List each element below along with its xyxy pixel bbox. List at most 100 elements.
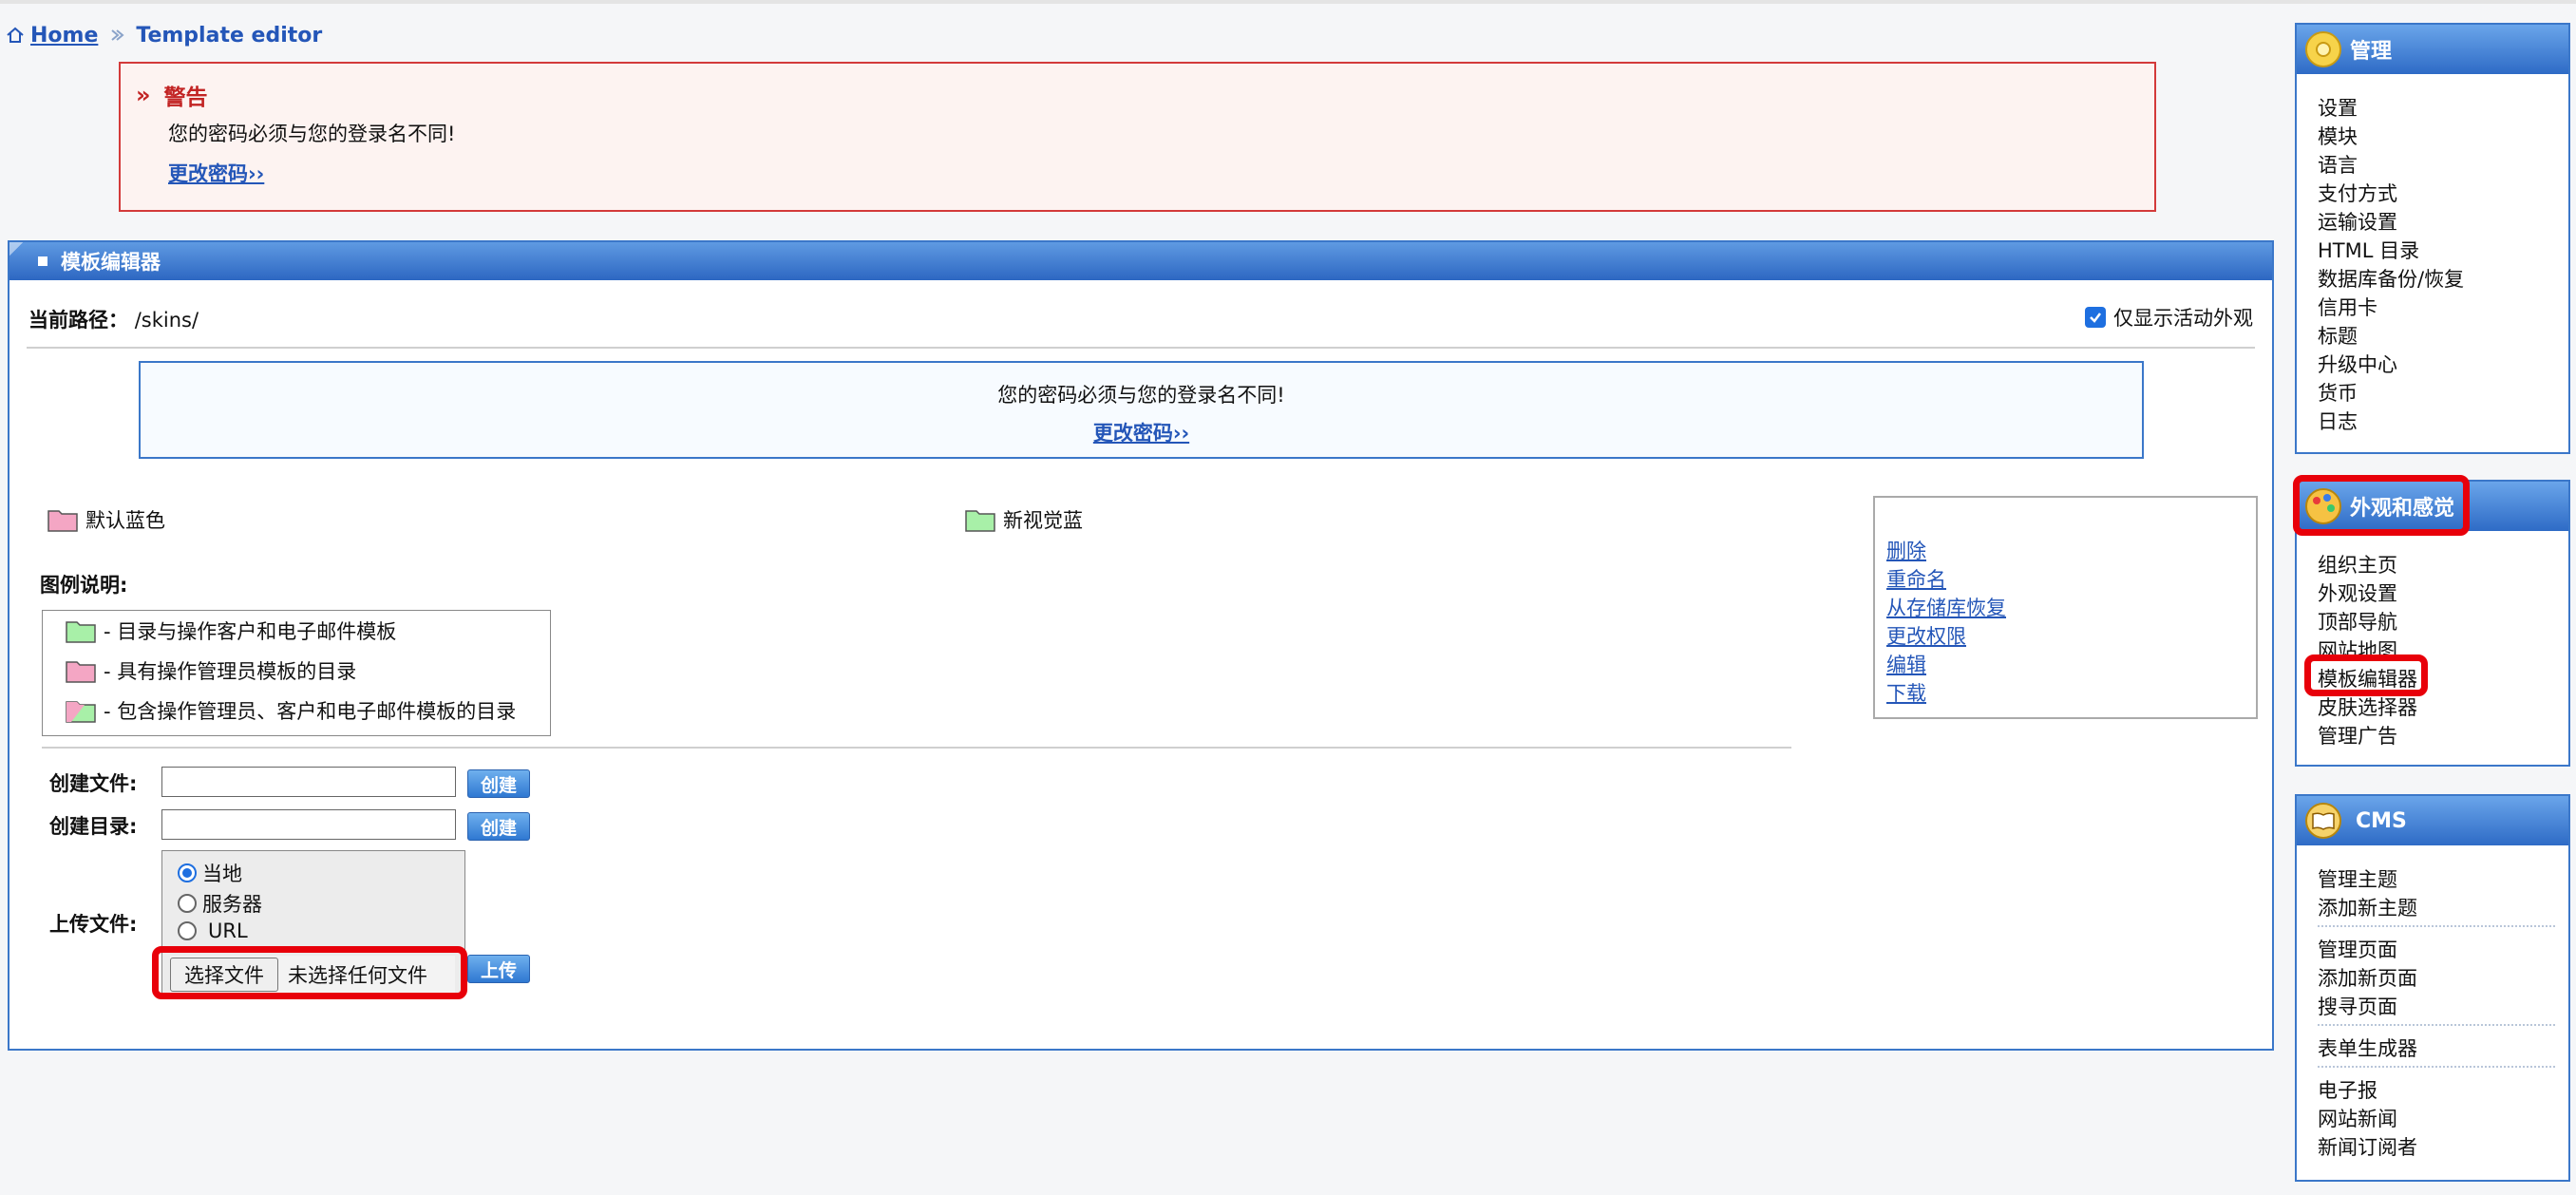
radio-icon[interactable]	[178, 921, 197, 940]
change-permissions-link[interactable]: 更改权限	[1886, 621, 1966, 650]
sidebar-item-manage-ads[interactable]: 管理广告	[2318, 721, 2397, 749]
edit-link[interactable]: 编辑	[1886, 650, 1926, 678]
sidebar-item-payment[interactable]: 支付方式	[2318, 179, 2397, 207]
restore-from-repo-link[interactable]: 从存储库恢复	[1886, 593, 2006, 621]
radio-label: URL	[208, 920, 248, 942]
folder-label: 默认蓝色	[85, 509, 165, 532]
legend-item: - 具有操作管理员模板的目录	[66, 656, 356, 685]
gear-coin-icon	[2305, 31, 2341, 67]
sidebar-item-form-builder[interactable]: 表单生成器	[2318, 1034, 2417, 1062]
only-active-label: 仅显示活动外观	[2113, 307, 2253, 330]
create-dir-button[interactable]: 创建	[467, 812, 530, 841]
dotted-divider	[2318, 1066, 2555, 1068]
create-file-input[interactable]	[161, 767, 456, 797]
dotted-divider	[2318, 1024, 2555, 1026]
upload-file-label: 上传文件:	[49, 913, 138, 936]
sidebar-cms-title: CMS	[2356, 808, 2407, 833]
create-file-label: 创建文件:	[49, 772, 138, 795]
sidebar-item-currency[interactable]: 货币	[2318, 378, 2358, 407]
sidebar-item-modules[interactable]: 模块	[2318, 122, 2358, 150]
legend-title: 图例说明:	[40, 574, 128, 597]
folder-label: 新视觉蓝	[1003, 509, 1083, 532]
upload-source-local[interactable]: 当地	[178, 859, 242, 887]
sidebar-item-top-nav[interactable]: 顶部导航	[2318, 607, 2397, 635]
legend-text: - 包含操作管理员、客户和电子邮件模板的目录	[104, 700, 517, 723]
radio-icon[interactable]	[178, 894, 197, 913]
sidebar-item-newsletter[interactable]: 电子报	[2318, 1075, 2377, 1104]
current-path: 当前路径： /skins/	[28, 305, 199, 333]
sidebar-item-add-page[interactable]: 添加新页面	[2318, 963, 2417, 992]
sidebar-item-titles[interactable]: 标题	[2318, 321, 2358, 350]
legend-box: - 目录与操作客户和电子邮件模板 - 具有操作管理员模板的目录 - 包含操作管理…	[42, 610, 551, 736]
divider	[42, 747, 1791, 749]
sidebar-admin-header: 管理	[2297, 25, 2568, 74]
template-editor-panel: 模板编辑器 当前路径： /skins/ 仅显示活动外观 您的密码必须与您的登录名…	[8, 240, 2274, 1051]
sidebar-item-settings[interactable]: 设置	[2318, 93, 2358, 122]
sidebar-admin-title: 管理	[2350, 40, 2393, 64]
create-dir-input[interactable]	[161, 809, 456, 840]
legend-item: - 目录与操作客户和电子邮件模板	[66, 616, 396, 645]
sidebar-item-languages[interactable]: 语言	[2318, 150, 2358, 179]
folder-green-icon	[965, 510, 995, 532]
only-active-checkbox[interactable]	[2085, 307, 2106, 328]
sidebar-item-upgrade-center[interactable]: 升级中心	[2318, 350, 2397, 378]
sidebar-item-home-org[interactable]: 组织主页	[2318, 550, 2397, 579]
only-active-toggle[interactable]: 仅显示活动外观	[2085, 303, 2253, 332]
square-bullet-icon	[38, 256, 47, 266]
sidebar-item-add-topic[interactable]: 添加新主题	[2318, 893, 2417, 921]
sidebar-cms-header: CMS	[2297, 796, 2568, 845]
delete-link[interactable]: 删除	[1886, 536, 1926, 564]
panel-header: 模板编辑器	[9, 242, 2272, 280]
panel-corner	[9, 242, 23, 256]
change-password-link[interactable]: 更改密码››	[168, 159, 264, 187]
home-icon	[7, 27, 24, 43]
folder-mixed-icon	[66, 701, 96, 723]
highlight-template-editor	[2304, 654, 2428, 696]
folder-green-icon	[66, 621, 96, 643]
notice-change-password-link[interactable]: 更改密码››	[1093, 422, 1189, 445]
sidebar-item-skin-selector[interactable]: 皮肤选择器	[2318, 692, 2417, 721]
upload-source-url[interactable]: URL	[178, 920, 248, 942]
sidebar-item-credit-card[interactable]: 信用卡	[2318, 293, 2377, 321]
folder-pink-icon	[66, 661, 96, 683]
legend-text: - 目录与操作客户和电子邮件模板	[104, 620, 397, 643]
sidebar-item-news-subscribers[interactable]: 新闻订阅者	[2318, 1132, 2417, 1161]
breadcrumb: Home Template editor	[6, 19, 322, 51]
upload-button[interactable]: 上传	[467, 955, 530, 983]
book-icon	[2305, 803, 2341, 839]
upload-source-server[interactable]: 服务器	[178, 889, 262, 918]
sidebar-item-logs[interactable]: 日志	[2318, 407, 2358, 435]
folder-item[interactable]: 默认蓝色	[47, 505, 165, 534]
sidebar-cms-box: CMS 管理主题 添加新主题 管理页面 添加新页面 搜寻页面 表单生成器 电子报…	[2295, 794, 2570, 1182]
download-link[interactable]: 下载	[1886, 678, 1926, 707]
radio-selected-icon[interactable]	[178, 863, 197, 882]
sidebar-item-look-settings[interactable]: 外观设置	[2318, 579, 2397, 607]
legend-text: - 具有操作管理员模板的目录	[104, 660, 357, 683]
sidebar-admin-box: 管理 设置 模块 语言 支付方式 运输设置 HTML 目录 数据库备份/恢复 信…	[2295, 23, 2570, 454]
sidebar-item-search-pages[interactable]: 搜寻页面	[2318, 992, 2397, 1020]
legend-item: - 包含操作管理员、客户和电子邮件模板的目录	[66, 696, 516, 725]
current-path-label: 当前路径：	[28, 309, 128, 332]
radio-label: 当地	[202, 863, 242, 885]
divider	[27, 347, 2255, 349]
warning-header: » 警告	[136, 79, 208, 111]
rename-link[interactable]: 重命名	[1886, 564, 1946, 593]
sidebar-item-shipping[interactable]: 运输设置	[2318, 207, 2397, 236]
current-path-value: /skins/	[134, 309, 199, 332]
dotted-divider	[2318, 925, 2555, 927]
notice-message: 您的密码必须与您的登录名不同!	[997, 384, 1285, 407]
sidebar-item-db-backup[interactable]: 数据库备份/恢复	[2318, 264, 2464, 293]
warning-message: 您的密码必须与您的登录名不同!	[168, 123, 456, 145]
highlight-look-header	[2293, 475, 2470, 536]
sidebar-item-html-catalog[interactable]: HTML 目录	[2318, 236, 2419, 264]
warning-box: » 警告 您的密码必须与您的登录名不同! 更改密码››	[119, 62, 2156, 212]
create-dir-label: 创建目录:	[49, 815, 138, 838]
create-file-button[interactable]: 创建	[467, 769, 530, 798]
sidebar-item-manage-topics[interactable]: 管理主题	[2318, 864, 2397, 893]
sidebar-item-manage-pages[interactable]: 管理页面	[2318, 935, 2397, 963]
breadcrumb-home-link[interactable]: Home	[30, 24, 98, 47]
folder-item[interactable]: 新视觉蓝	[965, 505, 1083, 534]
top-border	[0, 0, 2576, 4]
breadcrumb-separator-icon	[111, 29, 124, 41]
sidebar-item-site-news[interactable]: 网站新闻	[2318, 1104, 2397, 1132]
